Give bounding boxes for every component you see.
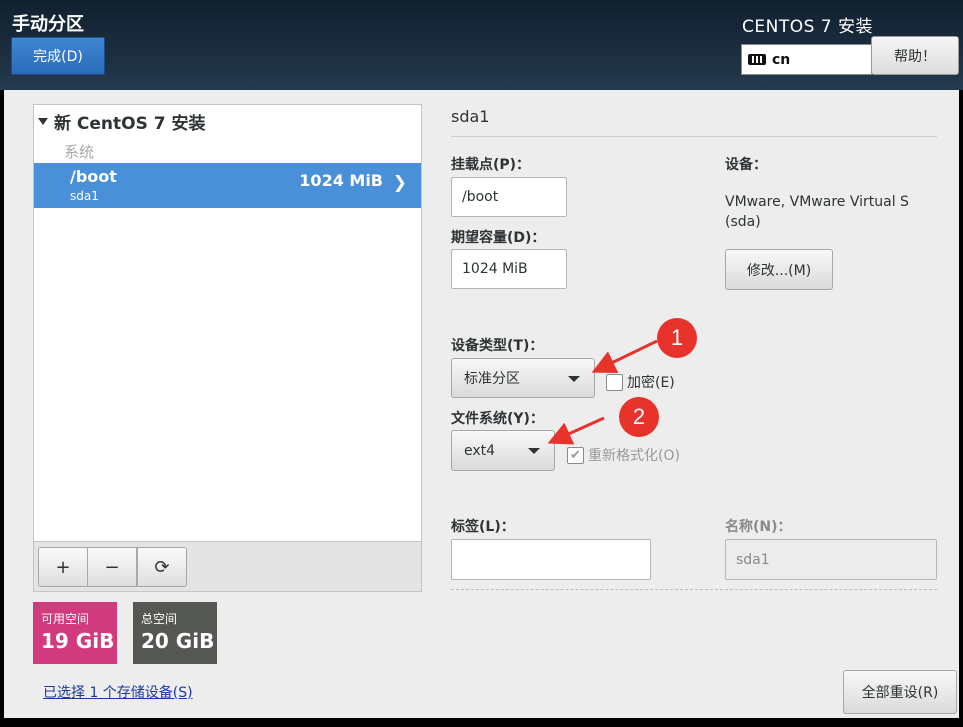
mount-point-label: 挂载点(P)： xyxy=(451,157,531,173)
main-content: 新 CentOS 7 安装 系统 /boot sda1 1024 MiB ❯ +… xyxy=(4,90,959,718)
remove-partition-button[interactable]: − xyxy=(87,547,137,587)
expand-triangle-icon xyxy=(38,118,48,125)
product-title: CENTOS 7 安装 xyxy=(742,17,874,37)
keyboard-layout-indicator[interactable]: cn xyxy=(741,44,872,75)
dropdown-arrow-icon xyxy=(568,376,580,382)
available-space-value: 19 GiB xyxy=(41,629,115,653)
page-title: 手动分区 xyxy=(12,14,84,35)
mount-point-input[interactable]: /boot xyxy=(451,177,567,217)
device-label: 设备： xyxy=(725,157,767,173)
keyboard-layout-label: cn xyxy=(772,51,791,68)
annotation-marker-1: 1 xyxy=(657,318,697,358)
partition-toolbar: + − ⟳ xyxy=(33,541,422,592)
device-name: VMware, VMware Virtual S (sda) xyxy=(725,192,909,232)
partition-mount: /boot xyxy=(70,167,117,186)
chevron-right-icon: ❯ xyxy=(392,173,407,193)
reformat-label: 重新格式化(O) xyxy=(588,448,680,464)
storage-devices-link[interactable]: 已选择 1 个存储设备(S) xyxy=(43,682,193,702)
name-input: sda1 xyxy=(725,539,937,580)
checkbox-icon xyxy=(606,373,623,391)
encrypt-label: 加密(E) xyxy=(627,375,675,391)
tag-input[interactable] xyxy=(451,539,651,580)
divider xyxy=(451,136,937,137)
capacity-label: 期望容量(D)： xyxy=(451,230,546,246)
dashed-divider xyxy=(451,589,937,590)
filesystem-dropdown[interactable]: ext4 xyxy=(451,430,555,471)
checkmark-icon: ✔ xyxy=(567,446,584,464)
device-type-dropdown[interactable]: 标准分区 xyxy=(451,358,595,398)
available-space-label: 可用空间 xyxy=(41,612,90,626)
partition-size: 1024 MiB xyxy=(299,171,383,190)
keyboard-icon xyxy=(748,54,766,65)
filesystem-label: 文件系统(Y)： xyxy=(451,411,544,427)
refresh-button[interactable]: ⟳ xyxy=(137,547,187,587)
device-type-label: 设备类型(T)： xyxy=(451,338,544,354)
modify-button[interactable]: 修改...(M) xyxy=(725,249,833,290)
device-name-line2: (sda) xyxy=(725,214,761,230)
done-button[interactable]: 完成(D) xyxy=(11,37,105,75)
dropdown-arrow-icon xyxy=(528,448,540,454)
header-bar: 手动分区 完成(D) CENTOS 7 安装 cn 帮助！ xyxy=(0,0,963,90)
annotation-marker-2: 2 xyxy=(619,397,659,437)
encrypt-checkbox[interactable]: 加密(E) xyxy=(606,372,675,392)
device-name-line1: VMware, VMware Virtual S xyxy=(725,194,909,210)
reset-all-button[interactable]: 全部重设(R) xyxy=(843,670,957,714)
filesystem-value: ext4 xyxy=(464,442,496,459)
available-space-badge: 可用空间 19 GiB xyxy=(33,602,117,664)
add-partition-button[interactable]: + xyxy=(38,547,88,587)
tree-group-label: 系统 xyxy=(64,143,95,161)
partition-row-boot[interactable]: /boot sda1 1024 MiB ❯ xyxy=(34,163,421,208)
help-button[interactable]: 帮助！ xyxy=(871,36,959,75)
total-space-label: 总空间 xyxy=(141,612,178,626)
name-label: 名称(N)： xyxy=(725,519,792,535)
total-space-badge: 总空间 20 GiB xyxy=(133,602,217,664)
device-type-value: 标准分区 xyxy=(464,371,520,387)
reformat-checkbox[interactable]: ✔ 重新格式化(O) xyxy=(567,445,680,465)
tag-label: 标签(L)： xyxy=(451,519,515,535)
tree-root-label: 新 CentOS 7 安装 xyxy=(54,114,206,134)
partition-tree: 新 CentOS 7 安装 系统 /boot sda1 1024 MiB ❯ xyxy=(33,104,422,592)
partition-title: sda1 xyxy=(451,107,490,126)
tree-root[interactable]: 新 CentOS 7 安装 xyxy=(38,109,206,134)
partition-device: sda1 xyxy=(70,189,99,203)
total-space-value: 20 GiB xyxy=(141,629,215,653)
capacity-input[interactable]: 1024 MiB xyxy=(451,249,567,289)
